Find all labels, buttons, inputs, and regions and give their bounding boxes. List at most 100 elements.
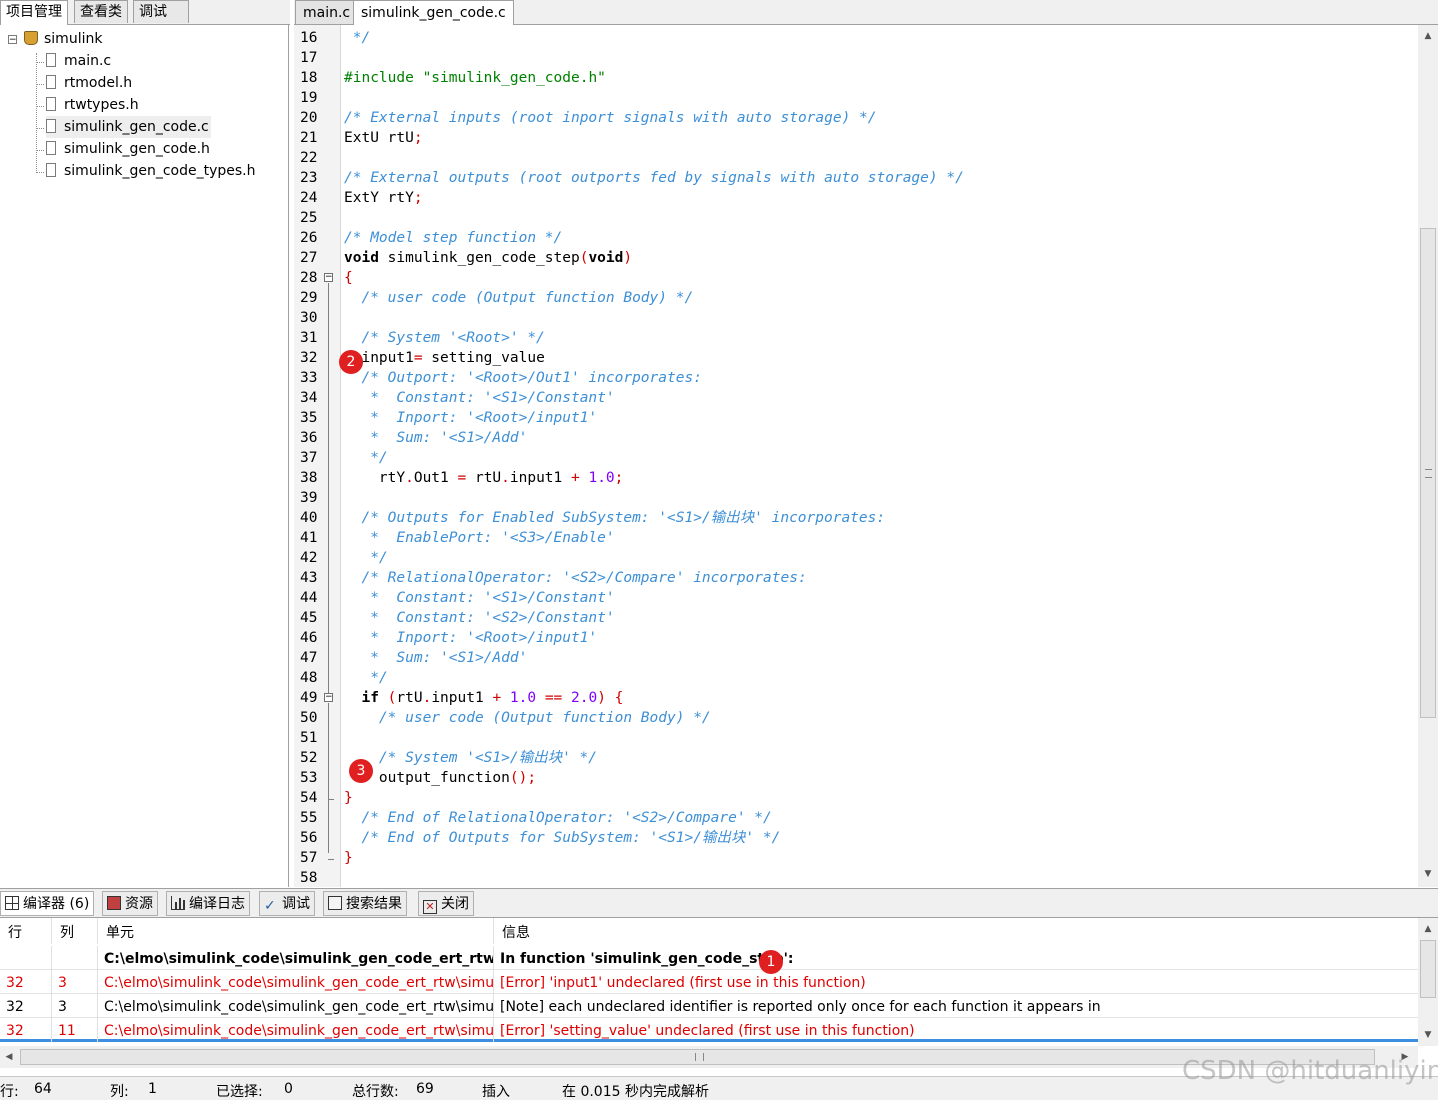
tab-debug-output[interactable]: ✓ 调试: [259, 891, 315, 916]
status-selected-value: 0: [284, 1081, 293, 1097]
line-number: 42: [300, 550, 318, 566]
fold-toggle[interactable]: −: [324, 273, 333, 282]
keyword: void: [344, 250, 379, 266]
operator: +: [571, 470, 580, 486]
tab-simulink-gen-code-c[interactable]: simulink_gen_code.c: [353, 0, 514, 26]
file-icon: [46, 163, 56, 177]
line-number: 56: [300, 830, 318, 846]
table-row[interactable]: 32 3 C:\elmo\simulink_code\simulink_gen_…: [0, 994, 1418, 1018]
line-number: 33: [300, 370, 318, 386]
file-icon: [46, 119, 56, 133]
tree-file-rtmodel-h[interactable]: rtmodel.h: [46, 72, 132, 94]
cell-line: 32: [0, 970, 52, 994]
code-token: input1: [431, 690, 493, 706]
tab-compile-log[interactable]: 编译日志: [166, 891, 250, 916]
tree-project-simulink[interactable]: simulink: [24, 28, 102, 50]
tree-connector: [36, 128, 44, 129]
collapse-toggle[interactable]: −: [8, 35, 17, 45]
code-line: }: [344, 790, 353, 806]
line-number: 57: [300, 850, 318, 866]
tree-file-rtwtypes-h[interactable]: rtwtypes.h: [46, 94, 139, 116]
fold-line: [328, 703, 329, 853]
column-header-unit[interactable]: 单元: [98, 918, 494, 944]
scroll-up-icon[interactable]: ▲: [1418, 27, 1438, 45]
watermark: CSDN @hitduanliying: [1182, 1056, 1438, 1086]
line-number: 35: [300, 410, 318, 426]
code-line: /* Outputs for Enabled SubSystem: '<S1>/…: [344, 510, 886, 526]
line-number: 17: [300, 50, 318, 66]
line-number: 40: [300, 510, 318, 526]
scrollbar-thumb[interactable]: [1420, 228, 1436, 718]
file-label: rtmodel.h: [64, 75, 133, 91]
scroll-up-icon[interactable]: ▲: [1418, 920, 1438, 938]
fold-end: [328, 799, 334, 800]
line-number: 26: [300, 230, 318, 246]
code-token: rtU: [466, 470, 502, 486]
resource-icon: [107, 896, 121, 910]
code-line: /* End of RelationalOperator: '<S2>/Comp…: [344, 810, 772, 826]
line-number: 37: [300, 450, 318, 466]
operator: (: [378, 690, 397, 706]
tab-project-manager[interactable]: 项目管理: [0, 0, 68, 25]
code-token: setting_value: [422, 350, 545, 366]
tab-search-results[interactable]: 搜索结果: [323, 891, 407, 916]
line-number: 36: [300, 430, 318, 446]
line-number: 23: [300, 170, 318, 186]
table-row[interactable]: 32 11 C:\elmo\simulink_code\simulink_gen…: [0, 1018, 1418, 1042]
editor-vertical-scrollbar[interactable]: ▲ ▼: [1418, 25, 1438, 887]
code-line: if (rtU.input1 + 1.0 == 2.0) {: [344, 688, 623, 708]
tab-resources[interactable]: 资源: [102, 891, 158, 916]
table-row[interactable]: C:\elmo\simulink_code\simulink_gen_code_…: [0, 946, 1418, 970]
tree-file-simulink-gen-code-c[interactable]: simulink_gen_code.c: [46, 116, 211, 138]
bar-chart-icon: [171, 896, 185, 910]
project-icon: [24, 31, 38, 45]
scrollbar-thumb[interactable]: [1420, 940, 1436, 998]
table-row[interactable]: 32 3 C:\elmo\simulink_code\simulink_gen_…: [0, 970, 1418, 994]
line-number: 32: [300, 350, 318, 366]
code-line: /* Outport: '<Root>/Out1' incorporates:: [344, 370, 702, 386]
code-editor[interactable]: 16 17 18 19 20 21 22 23 24 25 26 27 28 2…: [294, 25, 1418, 887]
code-line: rtY.Out1 = rtU.input1 + 1.0;: [344, 468, 623, 488]
file-label: simulink_gen_code.c: [64, 119, 209, 135]
column-header-col[interactable]: 列: [52, 918, 98, 944]
scroll-down-icon[interactable]: ▼: [1418, 865, 1438, 883]
project-label: simulink: [44, 31, 103, 47]
line-number: 51: [300, 730, 318, 746]
tab-compiler[interactable]: 编译器 (6): [0, 891, 95, 916]
code-token: input1: [509, 470, 571, 486]
line-number: 24: [300, 190, 318, 206]
line-number: 45: [300, 610, 318, 626]
fold-toggle[interactable]: −: [324, 693, 333, 702]
fold-line: [328, 283, 329, 693]
column-header-info[interactable]: 信息: [494, 918, 1418, 944]
line-number: 31: [300, 330, 318, 346]
code-line: /* End of Outputs for SubSystem: '<S1>/输…: [344, 830, 781, 846]
line-number: 21: [300, 130, 318, 146]
cell-info: [Note] each undeclared identifier is rep…: [500, 999, 1101, 1015]
tree-file-main-c[interactable]: main.c: [46, 50, 111, 72]
code-line: /* RelationalOperator: '<S2>/Compare' in…: [344, 570, 807, 586]
line-number: 49: [300, 690, 318, 706]
tree-file-simulink-gen-code-types-h[interactable]: simulink_gen_code_types.h: [46, 160, 255, 182]
tab-close[interactable]: ✕ 关闭: [418, 891, 474, 916]
code-line: */: [344, 450, 388, 466]
line-number: 41: [300, 530, 318, 546]
tab-label: 关闭: [441, 896, 469, 912]
scrollbar-thumb[interactable]: [20, 1049, 1375, 1065]
column-header-line[interactable]: 行: [0, 918, 52, 944]
code-token: simulink_gen_code_step: [378, 250, 580, 266]
tab-main-c[interactable]: main.c: [295, 0, 359, 24]
line-number: 19: [300, 90, 318, 106]
scroll-down-icon[interactable]: ▼: [1418, 1026, 1438, 1044]
grid-icon: [5, 896, 19, 910]
cell-col: 3: [52, 994, 98, 1018]
tree-file-simulink-gen-code-h[interactable]: simulink_gen_code.h: [46, 138, 210, 160]
tab-debug[interactable]: 调试: [133, 0, 189, 23]
code-line: ExtU rtU;: [344, 128, 423, 148]
code-line: * Sum: '<S1>/Add': [344, 430, 528, 446]
tab-class-view[interactable]: 查看类: [74, 0, 128, 23]
messages-vertical-scrollbar[interactable]: ▲ ▼: [1418, 918, 1438, 1046]
scroll-left-icon[interactable]: ◀: [2, 1049, 16, 1065]
code-token: ExtY rtY: [344, 190, 414, 206]
fold-end: [328, 859, 334, 860]
